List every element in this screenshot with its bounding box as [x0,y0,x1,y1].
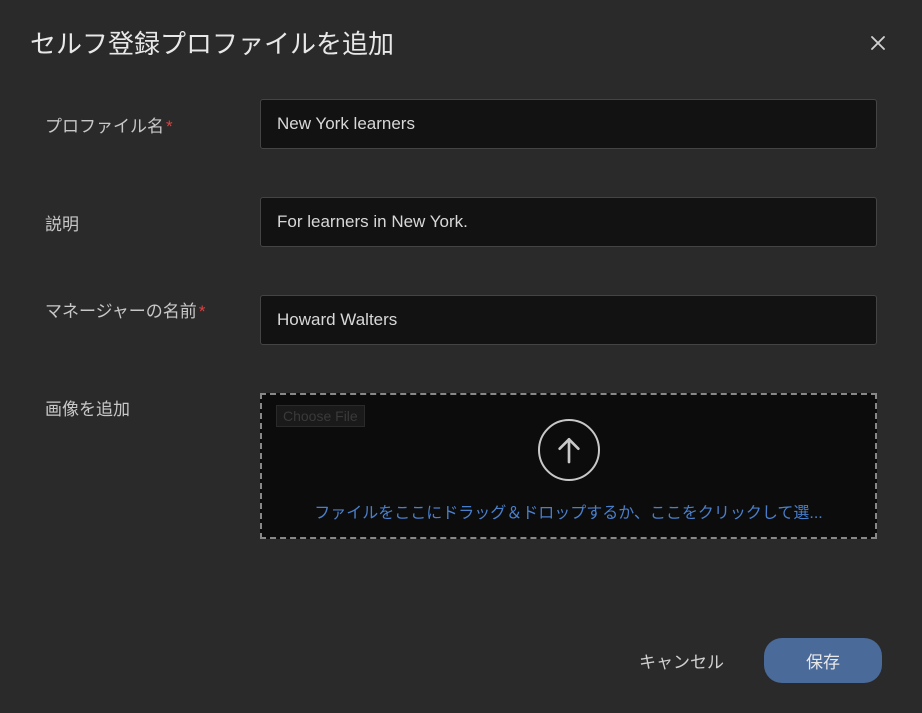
add-image-row: 画像を追加 Choose File ファイルをここにドラッグ＆ドロップするか、こ… [45,393,877,539]
add-image-label: 画像を追加 [45,393,260,420]
cancel-button[interactable]: キャンセル [639,648,724,673]
dialog-body: プロファイル名* 説明 マネージャーの名前* 画像を追加 Choose File [0,89,922,618]
required-marker: * [166,117,173,136]
dialog-footer: キャンセル 保存 [0,618,922,713]
manager-name-input[interactable] [260,295,877,345]
dropzone-container: Choose File ファイルをここにドラッグ＆ドロップするか、ここをクリック… [260,393,877,539]
close-icon [869,34,887,52]
choose-file-button[interactable]: Choose File [276,405,365,427]
image-dropzone[interactable]: Choose File ファイルをここにドラッグ＆ドロップするか、ここをクリック… [260,393,877,539]
description-input[interactable] [260,197,877,247]
profile-name-row: プロファイル名* [45,99,877,149]
save-button[interactable]: 保存 [764,638,882,683]
description-row: 説明 [45,197,877,247]
manager-name-label-text: マネージャーの名前 [45,302,197,321]
profile-name-label-text: プロファイル名 [45,117,164,136]
close-button[interactable] [864,29,892,57]
manager-name-label: マネージャーの名前* [45,295,260,322]
required-marker: * [199,302,206,321]
add-self-registration-profile-dialog: セルフ登録プロファイルを追加 プロファイル名* 説明 マネージャーの名前* [0,0,922,713]
description-label: 説明 [45,210,260,235]
profile-name-input[interactable] [260,99,877,149]
manager-name-row: マネージャーの名前* [45,295,877,345]
dropzone-instruction-text: ファイルをここにドラッグ＆ドロップするか、ここをクリックして選... [272,499,865,523]
dialog-title: セルフ登録プロファイルを追加 [30,24,394,61]
profile-name-label: プロファイル名* [45,112,260,137]
upload-arrow-icon [553,434,585,466]
dialog-header: セルフ登録プロファイルを追加 [0,0,922,89]
upload-icon-circle [538,419,600,481]
